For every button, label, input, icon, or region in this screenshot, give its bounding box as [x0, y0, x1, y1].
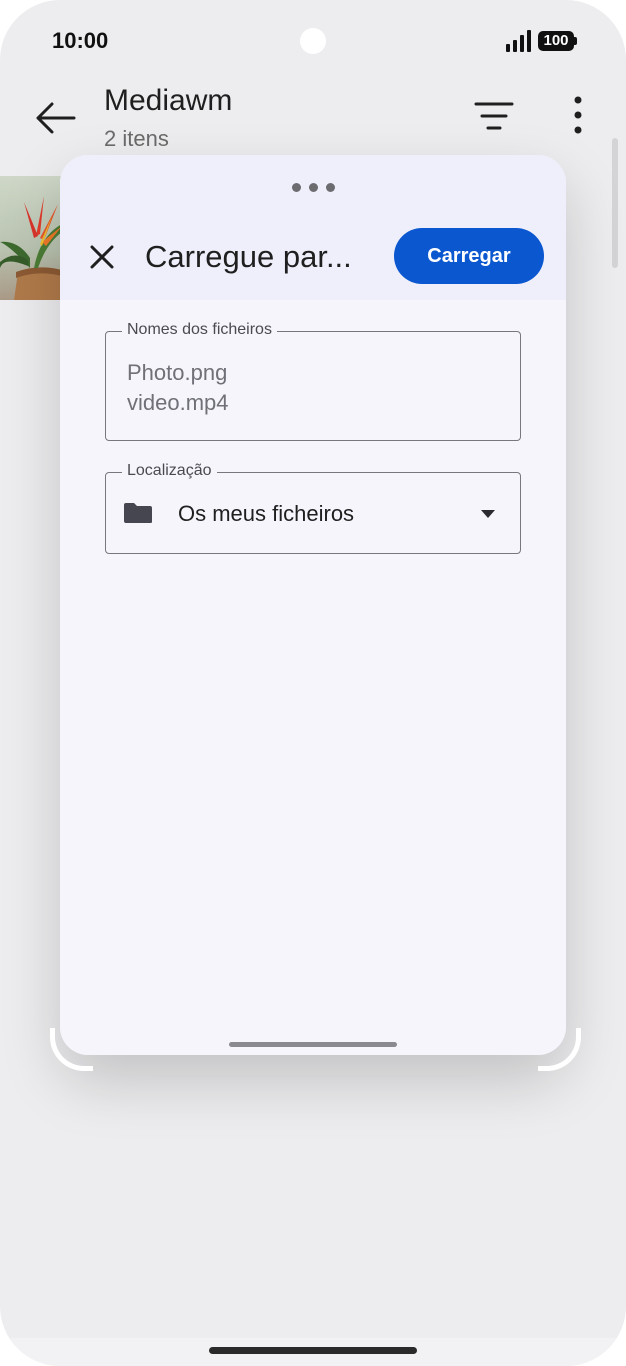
phone-screen: 10:00 100 Mediawm 2 itens Carregue par..… [0, 0, 626, 1366]
media-thumbnail[interactable] [0, 176, 62, 300]
camera-cutout [300, 28, 326, 54]
upload-button[interactable]: Carregar [394, 228, 544, 284]
sheet-title: Carregue par... [145, 239, 352, 274]
signal-icon [506, 30, 532, 52]
status-bar: 10:00 100 [0, 0, 626, 80]
battery-icon: 100 [538, 31, 574, 51]
sheet-header: Carregue par... Carregar [60, 155, 566, 300]
more-options-button[interactable] [556, 94, 600, 138]
close-icon [90, 245, 114, 269]
file-name-item: Photo.png [127, 360, 228, 385]
filter-icon [474, 102, 514, 130]
file-name-item: video.mp4 [127, 390, 229, 415]
more-vert-icon [574, 96, 582, 134]
home-indicator[interactable] [209, 1347, 417, 1354]
location-value: Os meus ficheiros [178, 501, 355, 526]
page-title: Mediawm [104, 84, 233, 117]
arrow-left-icon [36, 102, 76, 134]
folder-icon [124, 503, 152, 523]
file-names-label: Nomes dos ficheiros [122, 321, 277, 339]
status-time: 10:00 [52, 28, 109, 53]
filter-button[interactable] [470, 94, 518, 138]
file-names-field[interactable]: Nomes dos ficheiros Photo.png video.mp4 [105, 321, 521, 441]
item-count: 2 itens [104, 126, 169, 151]
battery-tip [574, 37, 577, 45]
drag-handle-icon[interactable] [292, 183, 336, 193]
back-button[interactable] [30, 92, 82, 144]
chevron-down-icon [481, 510, 495, 518]
location-label: Localização [122, 462, 217, 480]
sheet-handle[interactable] [229, 1042, 397, 1047]
app-bar: Mediawm 2 itens [0, 80, 626, 160]
list-scrollbar[interactable] [612, 138, 618, 268]
plant-photo-icon [0, 196, 62, 300]
location-dropdown[interactable]: Localização Os meus ficheiros [105, 462, 521, 554]
resize-corner-right [538, 1028, 581, 1071]
close-button[interactable] [80, 235, 124, 279]
resize-corner-left [50, 1028, 93, 1071]
upload-bottom-sheet: Carregue par... Carregar Nomes dos fiche… [60, 155, 566, 1055]
